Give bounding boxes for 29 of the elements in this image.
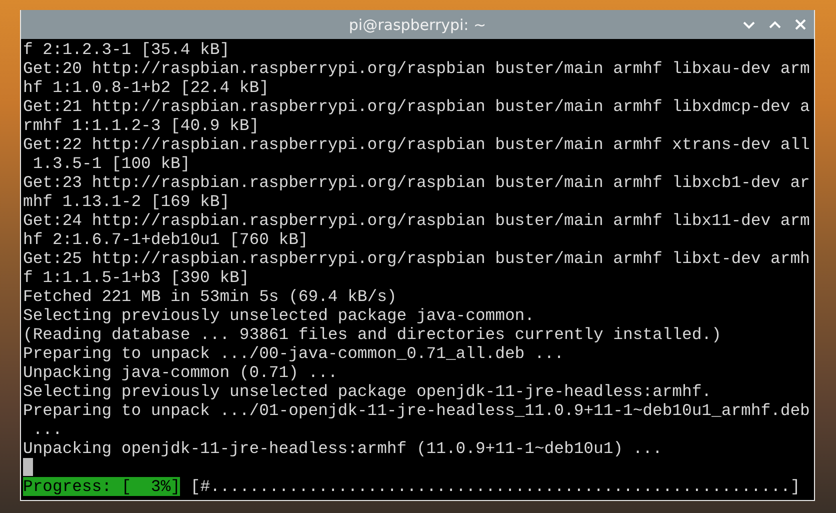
maximize-icon[interactable] bbox=[769, 20, 781, 28]
terminal-line: Get:23 http://raspbian.raspberrypi.org/raspbian buster/main armhf libxcb1-dev ar bbox=[23, 173, 811, 192]
terminal-line: Preparing to unpack .../01-openjdk-11-jre-headless_11.0.9+11-1~deb10u1_armhf.deb bbox=[23, 401, 811, 420]
terminal-line: (Reading database ... 93861 files and directories currently installed.) bbox=[23, 325, 722, 344]
terminal-line: ... bbox=[32, 420, 64, 439]
terminal-line: rmhf 1:1.1.2-3 [40.9 kB] bbox=[23, 116, 260, 135]
terminal-line: Selecting previously unselected package openjdk-11-jre-headless:armhf. bbox=[23, 382, 713, 401]
terminal-line: Get:25 http://raspbian.raspberrypi.org/raspbian buster/main armhf libxt-dev armh bbox=[23, 249, 811, 268]
terminal-line: hf 2:1.6.7-1+deb10u1 [760 kB] bbox=[23, 230, 310, 249]
terminal-line: 1.3.5-1 [100 kB] bbox=[32, 154, 192, 173]
minimize-icon[interactable] bbox=[743, 20, 755, 28]
terminal-line: hf 1:1.0.8-1+b2 [22.4 kB] bbox=[23, 78, 270, 97]
terminal-line: Fetched 221 MB in 53min 5s (69.4 kB/s) bbox=[23, 287, 398, 306]
terminal-line: Get:22 http://raspbian.raspberrypi.org/raspbian buster/main armhf xtrans-dev all bbox=[23, 135, 811, 154]
terminal-line: Get:24 http://raspbian.raspberrypi.org/raspbian buster/main armhf libx11-dev arm bbox=[23, 211, 811, 230]
progress-bar-text: [#...........................................................] bbox=[190, 477, 800, 496]
terminal-line: Get:21 http://raspbian.raspberrypi.org/raspbian buster/main armhf libxdmcp-dev a bbox=[23, 97, 811, 116]
terminal-line: mhf 1.13.1-2 [169 kB] bbox=[23, 192, 231, 211]
progress-label: Progress: [ 3%] bbox=[23, 477, 180, 496]
terminal-line: Unpacking java-common (0.71) ... bbox=[23, 363, 339, 382]
close-icon[interactable] bbox=[795, 19, 806, 30]
terminal-line: f 2:1.2.3-1 [35.4 kB] bbox=[23, 40, 231, 59]
terminal-line: Selecting previously unselected package java-common. bbox=[23, 306, 536, 325]
terminal-line: Preparing to unpack .../00-java-common_0.71_all.deb ... bbox=[23, 344, 565, 363]
terminal-line: f 1:1.1.5-1+b3 [390 kB] bbox=[23, 268, 250, 287]
terminal-line: Get:20 http://raspbian.raspberrypi.org/raspbian buster/main armhf libxau-dev arm bbox=[23, 59, 811, 78]
terminal-line: Unpacking openjdk-11-jre-headless:armhf (11.0.9+11-1~deb10u1) ... bbox=[23, 439, 664, 458]
window-title: pi@raspberrypi: ~ bbox=[348, 16, 486, 34]
text-cursor bbox=[23, 458, 33, 476]
